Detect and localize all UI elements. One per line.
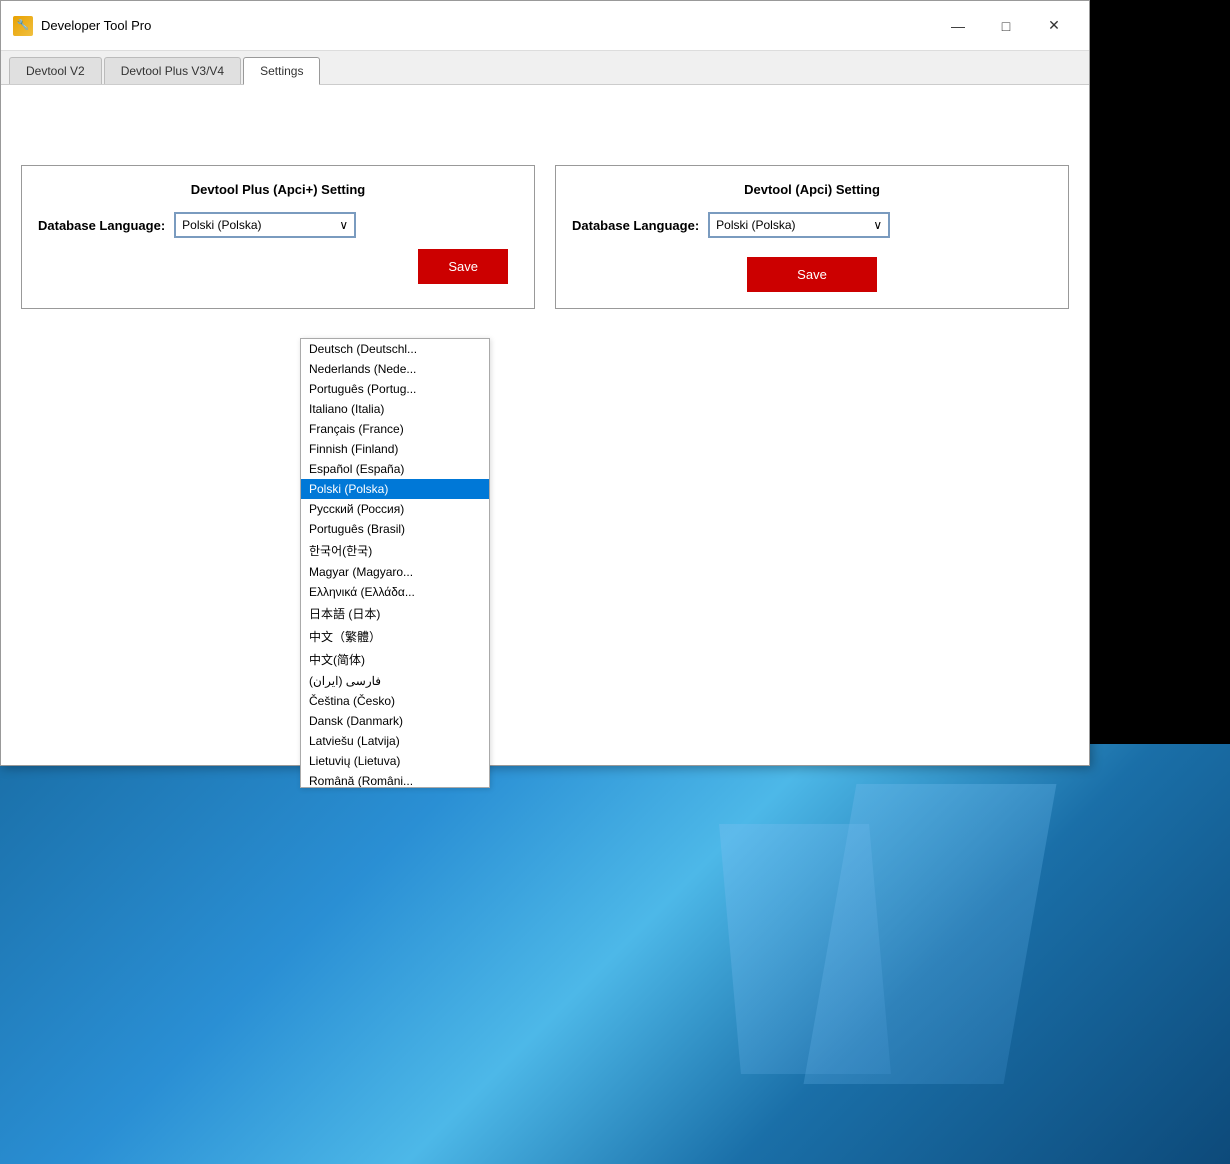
dropdown-item[interactable]: Română (Români... — [301, 771, 489, 788]
right-db-language-label: Database Language: — [572, 218, 699, 233]
left-settings-panel: Devtool Plus (Apci+) Setting Database La… — [21, 165, 535, 309]
dropdown-item[interactable]: 中文(简体) — [301, 648, 489, 671]
dropdown-item[interactable]: Français (France) — [301, 419, 489, 439]
app-icon: 🔧 — [13, 16, 33, 36]
dropdown-item[interactable]: Čeština (Česko) — [301, 691, 489, 711]
app-window: 🔧 Developer Tool Pro — □ ✕ Devtool V2 De… — [0, 0, 1090, 766]
dropdown-item[interactable]: Lietuvių (Lietuva) — [301, 751, 489, 771]
dropdown-item[interactable]: Português (Portug... — [301, 379, 489, 399]
tab-devtool-v2[interactable]: Devtool V2 — [9, 57, 102, 84]
dropdown-item[interactable]: 日本語 (日本) — [301, 602, 489, 625]
maximize-button[interactable]: □ — [983, 11, 1029, 41]
left-panel-title: Devtool Plus (Apci+) Setting — [38, 182, 518, 197]
left-db-language-row: Database Language: Polski (Polska) ∨ — [38, 213, 518, 237]
dropdown-item[interactable]: Polski (Polska) — [301, 479, 489, 499]
tab-bar: Devtool V2 Devtool Plus V3/V4 Settings — [1, 51, 1089, 85]
dropdown-item[interactable]: Español (España) — [301, 459, 489, 479]
dropdown-item[interactable]: 中文（繁體） — [301, 625, 489, 648]
dropdown-item[interactable]: Português (Brasil) — [301, 519, 489, 539]
left-db-language-label: Database Language: — [38, 218, 165, 233]
right-language-select-box[interactable]: Polski (Polska) ∨ — [709, 213, 889, 237]
left-dropdown-arrow-icon: ∨ — [339, 218, 348, 232]
window-controls: — □ ✕ — [935, 11, 1077, 41]
tab-devtool-plus[interactable]: Devtool Plus V3/V4 — [104, 57, 241, 84]
dropdown-item[interactable]: Ελληνικά (Ελλάδα... — [301, 582, 489, 602]
dropdown-item[interactable]: فارسی (ایران) — [301, 671, 489, 691]
dropdown-item[interactable]: Nederlands (Nede... — [301, 359, 489, 379]
right-selected-value: Polski (Polska) — [716, 218, 795, 232]
app-title: Developer Tool Pro — [41, 18, 935, 33]
right-dropdown-arrow-icon: ∨ — [873, 218, 882, 232]
language-dropdown-list[interactable]: Deutsch (Deutschl...Nederlands (Nede...P… — [300, 338, 490, 788]
desktop-background — [0, 744, 1230, 1164]
dropdown-item[interactable]: 한국어(한국) — [301, 539, 489, 562]
dropdown-item[interactable]: Dansk (Danmark) — [301, 711, 489, 731]
right-db-language-row: Database Language: Polski (Polska) ∨ — [572, 213, 1052, 237]
dropdown-item[interactable]: Deutsch (Deutschl... — [301, 339, 489, 359]
main-content: Devtool Plus (Apci+) Setting Database La… — [1, 85, 1089, 765]
dropdown-item[interactable]: Finnish (Finland) — [301, 439, 489, 459]
close-button[interactable]: ✕ — [1031, 11, 1077, 41]
title-bar: 🔧 Developer Tool Pro — □ ✕ — [1, 1, 1089, 51]
left-language-select-box[interactable]: Polski (Polska) ∨ — [175, 213, 355, 237]
dropdown-item[interactable]: Italiano (Italia) — [301, 399, 489, 419]
settings-panels-row: Devtool Plus (Apci+) Setting Database La… — [21, 165, 1069, 309]
left-save-button[interactable]: Save — [418, 249, 508, 284]
dropdown-item[interactable]: Русский (Россия) — [301, 499, 489, 519]
right-save-button[interactable]: Save — [747, 257, 877, 292]
right-settings-panel: Devtool (Apci) Setting Database Language… — [555, 165, 1069, 309]
tab-settings[interactable]: Settings — [243, 57, 320, 85]
desktop-shape-2 — [719, 824, 891, 1074]
minimize-button[interactable]: — — [935, 11, 981, 41]
dropdown-item[interactable]: Latviešu (Latvija) — [301, 731, 489, 751]
left-selected-value: Polski (Polska) — [182, 218, 261, 232]
dropdown-item[interactable]: Magyar (Magyaro... — [301, 562, 489, 582]
right-panel-title: Devtool (Apci) Setting — [572, 182, 1052, 197]
